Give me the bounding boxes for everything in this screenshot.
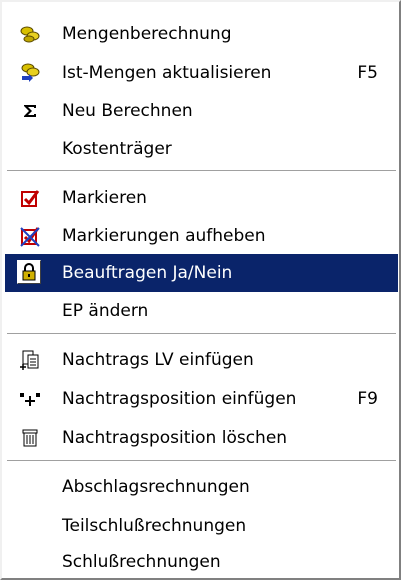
menu-item-beauftragen[interactable]: Beauftragen Ja/Nein bbox=[5, 254, 398, 292]
menu-item-nachtragsposition-einfuegen[interactable]: Nachtragsposition einfügen F9 bbox=[5, 380, 398, 418]
menu-item-label: Nachtrags LV einfügen bbox=[62, 350, 254, 370]
menu-item-label: Markierungen aufheben bbox=[62, 226, 266, 246]
menu-separator bbox=[7, 333, 396, 335]
coins-refresh-icon bbox=[19, 62, 41, 84]
menu-item-label: Teilschlußrechnungen bbox=[62, 516, 247, 536]
context-menu: Mengenberechnung Ist-Mengen aktualisiere… bbox=[0, 0, 401, 580]
insert-document-icon bbox=[19, 349, 41, 371]
menu-item-label: Kostenträger bbox=[62, 139, 172, 159]
menu-item-label: Ist-Mengen aktualisieren bbox=[62, 63, 272, 83]
checkbox-icon bbox=[19, 187, 41, 209]
insert-position-icon bbox=[19, 388, 41, 410]
menu-item-nachtragsposition-loeschen[interactable]: Nachtragsposition löschen bbox=[5, 419, 398, 457]
shortcut-f5: F5 bbox=[357, 63, 378, 83]
menu-item-schlussrechnungen[interactable]: Schlußrechnungen bbox=[5, 543, 398, 581]
menu-item-kostentraeger[interactable]: Kostenträger bbox=[5, 130, 398, 168]
menu-item-label: Schlußrechnungen bbox=[62, 552, 221, 572]
menu-item-label: EP ändern bbox=[62, 301, 149, 321]
menu-item-neu-berechnen[interactable]: Neu Berechnen bbox=[5, 92, 398, 130]
menu-item-label: Nachtragsposition einfügen bbox=[62, 389, 297, 409]
menu-item-label: Neu Berechnen bbox=[62, 101, 193, 121]
uncheck-icon bbox=[19, 225, 41, 247]
menu-item-ep-aendern[interactable]: EP ändern bbox=[5, 292, 398, 330]
shortcut-f9: F9 bbox=[357, 389, 378, 409]
menu-item-ist-mengen-aktualisieren[interactable]: Ist-Mengen aktualisieren F5 bbox=[5, 54, 398, 92]
menu-item-label: Markieren bbox=[62, 188, 147, 208]
menu-item-markierungen-aufheben[interactable]: Markierungen aufheben bbox=[5, 217, 398, 255]
sigma-icon bbox=[19, 100, 41, 122]
menu-item-mengenberechnung[interactable]: Mengenberechnung bbox=[5, 15, 398, 53]
menu-item-markieren[interactable]: Markieren bbox=[5, 179, 398, 217]
menu-item-nachtrags-lv-einfuegen[interactable]: Nachtrags LV einfügen bbox=[5, 341, 398, 379]
lock-icon bbox=[17, 260, 41, 284]
menu-item-abschlagsrechnungen[interactable]: Abschlagsrechnungen bbox=[5, 468, 398, 506]
menu-item-label: Beauftragen Ja/Nein bbox=[62, 263, 233, 283]
menu-separator bbox=[7, 460, 396, 462]
trash-icon bbox=[19, 427, 41, 449]
coins-icon bbox=[19, 23, 41, 45]
menu-item-label: Abschlagsrechnungen bbox=[62, 477, 250, 497]
menu-item-label: Nachtragsposition löschen bbox=[62, 428, 288, 448]
menu-item-teilschlussrechnungen[interactable]: Teilschlußrechnungen bbox=[5, 507, 398, 545]
menu-item-label: Mengenberechnung bbox=[62, 24, 232, 44]
menu-separator bbox=[7, 170, 396, 172]
